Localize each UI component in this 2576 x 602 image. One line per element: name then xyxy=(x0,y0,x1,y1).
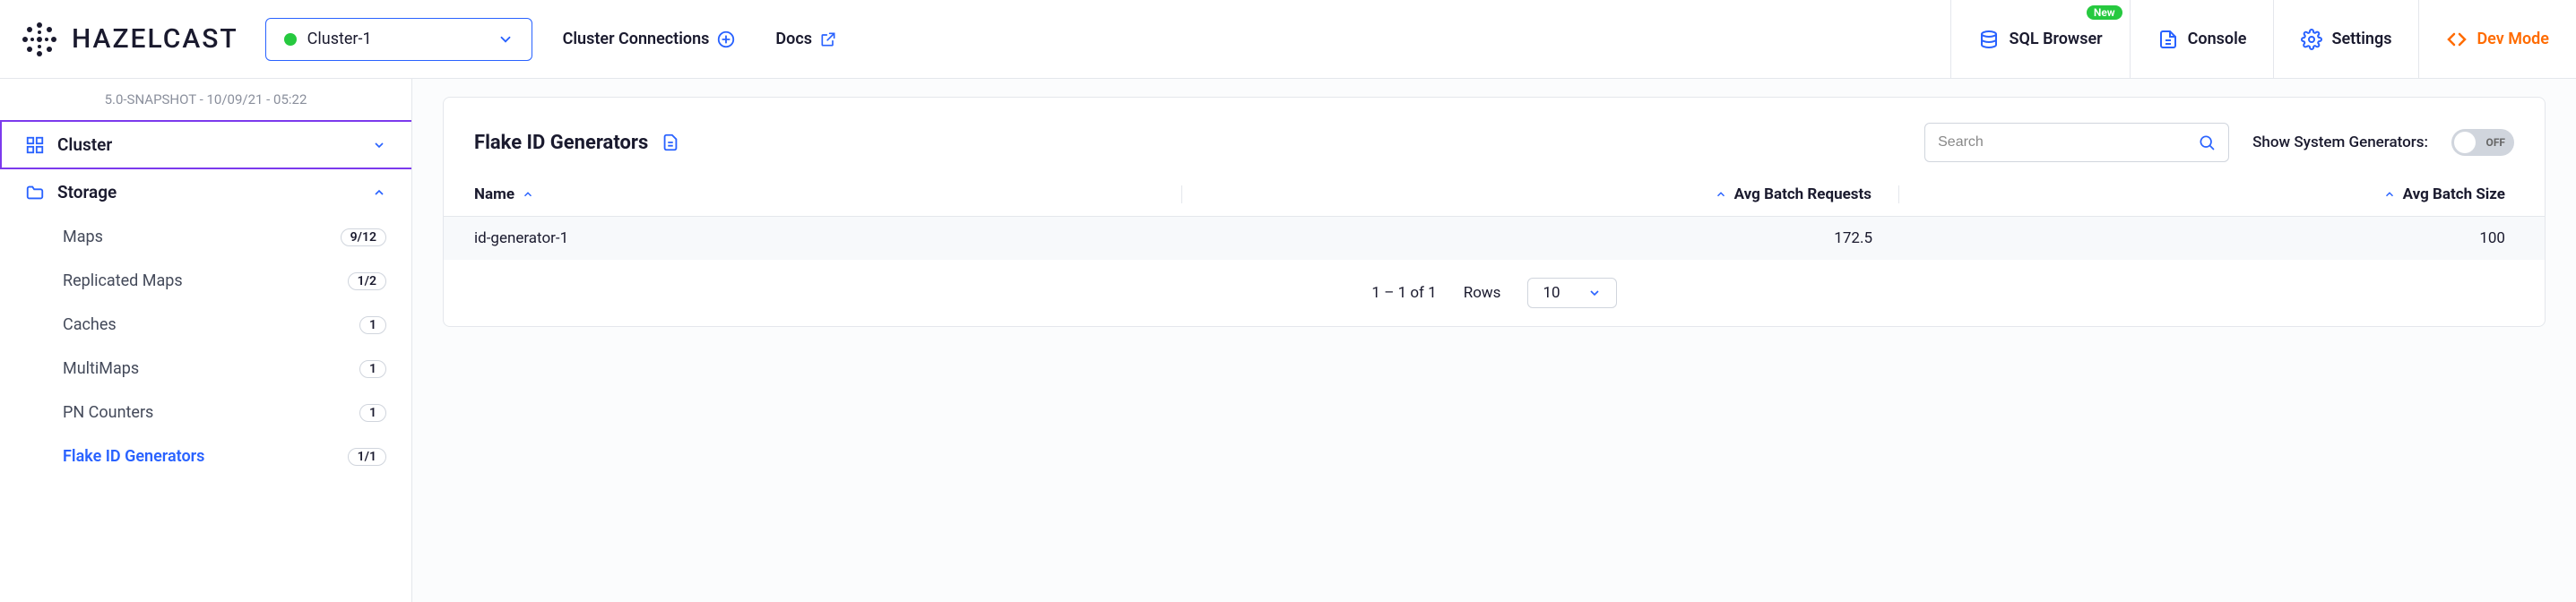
gear-icon xyxy=(2301,29,2322,50)
sidebar-section-storage[interactable]: Storage xyxy=(0,169,411,215)
file-icon xyxy=(2157,29,2179,50)
item-badge: 1 xyxy=(359,360,386,378)
link-label: Docs xyxy=(775,30,812,48)
console-button[interactable]: Console xyxy=(2130,0,2274,78)
sidebar: 5.0-SNAPSHOT - 10/09/21 - 05:22 Cluster … xyxy=(0,79,412,602)
show-system-generators-label: Show System Generators: xyxy=(2252,133,2428,151)
pagination-info: 1 – 1 of 1 xyxy=(1371,284,1436,302)
column-name[interactable]: Name xyxy=(474,185,1182,203)
item-label: Replicated Maps xyxy=(63,271,183,290)
toolbar: SQL Browser New Console Settings Dev Mod… xyxy=(1950,0,2576,78)
database-icon xyxy=(1978,29,2000,50)
table: Name Avg Batch Requests Avg Batch Size i… xyxy=(444,185,2545,308)
top-links: Cluster Connections Docs xyxy=(563,30,837,49)
sidebar-item-caches[interactable]: Caches 1 xyxy=(0,303,411,347)
show-system-generators-toggle[interactable]: OFF xyxy=(2451,129,2514,156)
toggle-state: OFF xyxy=(2486,136,2505,149)
search-input[interactable] xyxy=(1924,123,2229,162)
table-footer: 1 – 1 of 1 Rows 10 xyxy=(444,260,2545,308)
content: Flake ID Generators Show System Generato… xyxy=(412,79,2576,602)
logo: HAZELCAST xyxy=(18,18,238,61)
item-badge: 9/12 xyxy=(341,228,386,246)
tool-label: Dev Mode xyxy=(2477,30,2549,48)
item-label: Maps xyxy=(63,228,103,246)
cell-avg-requests: 172.5 xyxy=(1182,229,1899,247)
status-dot-icon xyxy=(284,33,297,46)
section-label: Storage xyxy=(57,182,117,202)
file-icon xyxy=(661,133,680,152)
tool-label: Console xyxy=(2188,30,2247,48)
item-badge: 1 xyxy=(359,316,386,334)
sidebar-item-flake-id-generators[interactable]: Flake ID Generators 1/1 xyxy=(0,434,411,478)
cell-avg-size: 100 xyxy=(1899,229,2514,247)
table-header: Name Avg Batch Requests Avg Batch Size xyxy=(444,185,2545,217)
cluster-connections-link[interactable]: Cluster Connections xyxy=(563,30,737,49)
section-label: Cluster xyxy=(57,134,112,155)
chevron-down-icon xyxy=(1587,286,1602,300)
sidebar-section-cluster[interactable]: Cluster xyxy=(0,120,411,169)
code-icon xyxy=(2446,29,2468,50)
chevron-up-icon xyxy=(372,185,386,200)
logo-mark-icon xyxy=(18,18,61,61)
plus-circle-icon xyxy=(716,30,736,49)
tool-label: Settings xyxy=(2331,30,2391,48)
sql-browser-button[interactable]: SQL Browser New xyxy=(1950,0,2129,78)
search-field[interactable] xyxy=(1938,134,2191,150)
sidebar-item-replicated-maps[interactable]: Replicated Maps 1/2 xyxy=(0,259,411,303)
item-label: Caches xyxy=(63,315,117,334)
search-icon xyxy=(2198,133,2216,151)
item-label: PN Counters xyxy=(63,403,153,422)
cluster-selector[interactable]: Cluster-1 xyxy=(265,18,532,61)
sort-asc-icon xyxy=(2383,188,2396,201)
toggle-knob xyxy=(2454,132,2476,153)
item-badge: 1/1 xyxy=(348,448,386,466)
grid-icon xyxy=(25,135,45,155)
item-badge: 1 xyxy=(359,404,386,422)
topbar: HAZELCAST Cluster-1 Cluster Connections … xyxy=(0,0,2576,79)
cluster-selector-label: Cluster-1 xyxy=(307,30,372,48)
logo-text: HAZELCAST xyxy=(72,23,238,55)
table-row[interactable]: id-generator-1 172.5 100 xyxy=(444,217,2545,260)
panel: Flake ID Generators Show System Generato… xyxy=(443,97,2546,327)
chevron-down-icon xyxy=(372,138,386,152)
column-avg-batch-size[interactable]: Avg Batch Size xyxy=(1899,185,2514,203)
new-badge: New xyxy=(2087,5,2122,20)
external-link-icon xyxy=(819,30,837,48)
page-title: Flake ID Generators xyxy=(474,132,680,154)
rows-label: Rows xyxy=(1464,284,1501,302)
docs-link[interactable]: Docs xyxy=(775,30,837,48)
sidebar-item-multimaps[interactable]: MultiMaps 1 xyxy=(0,347,411,391)
tool-label: SQL Browser xyxy=(2009,30,2102,48)
sort-asc-icon xyxy=(1715,188,1727,201)
snapshot-label: 5.0-SNAPSHOT - 10/09/21 - 05:22 xyxy=(0,79,411,120)
item-badge: 1/2 xyxy=(348,272,386,290)
folder-icon xyxy=(25,183,45,202)
link-label: Cluster Connections xyxy=(563,30,710,48)
settings-button[interactable]: Settings xyxy=(2273,0,2418,78)
chevron-down-icon xyxy=(497,31,514,47)
column-avg-batch-requests[interactable]: Avg Batch Requests xyxy=(1182,185,1899,203)
cell-name: id-generator-1 xyxy=(474,229,1182,247)
rows-value: 10 xyxy=(1543,284,1560,302)
item-label: MultiMaps xyxy=(63,359,139,378)
sidebar-item-pn-counters[interactable]: PN Counters 1 xyxy=(0,391,411,434)
sort-asc-icon xyxy=(522,188,534,201)
item-label: Flake ID Generators xyxy=(63,447,204,466)
rows-per-page-select[interactable]: 10 xyxy=(1527,278,1616,308)
sidebar-item-maps[interactable]: Maps 9/12 xyxy=(0,215,411,259)
dev-mode-button[interactable]: Dev Mode xyxy=(2418,0,2576,78)
